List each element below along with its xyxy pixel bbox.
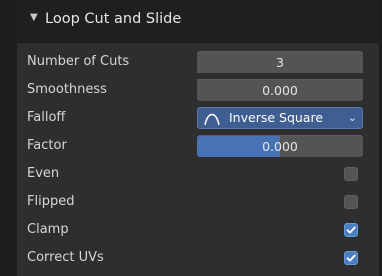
panel-header[interactable]: ▼ Loop Cut and Slide — [17, 0, 379, 43]
falloff-dropdown[interactable]: Inverse Square ⌄ — [197, 107, 363, 129]
factor-value: 0.000 — [262, 139, 298, 154]
loop-cut-and-slide-panel: ▼ Loop Cut and Slide Number of Cuts 3 Sm… — [17, 0, 379, 276]
even-checkbox[interactable] — [344, 167, 358, 181]
checkmark-icon — [346, 226, 356, 234]
row-smoothness: Smoothness 0.000 — [17, 76, 379, 104]
correct-uvs-checkbox[interactable] — [344, 251, 358, 265]
row-clamp: Clamp — [17, 216, 379, 244]
correct-uvs-label: Correct UVs — [27, 250, 104, 265]
number-of-cuts-field[interactable]: 3 — [197, 51, 363, 73]
clamp-checkbox[interactable] — [344, 223, 358, 237]
flipped-label: Flipped — [27, 194, 75, 209]
flipped-checkbox[interactable] — [344, 195, 358, 209]
row-factor: Factor 0.000 — [17, 132, 379, 160]
row-correct-uvs: Correct UVs — [17, 244, 379, 272]
row-number-of-cuts: Number of Cuts 3 — [17, 48, 379, 76]
row-even: Even — [17, 160, 379, 188]
checkmark-icon — [346, 254, 356, 262]
smoothness-field[interactable]: 0.000 — [197, 79, 363, 101]
collapse-arrow-icon[interactable]: ▼ — [30, 12, 38, 23]
falloff-value: Inverse Square — [229, 110, 324, 125]
inverse-square-curve-icon — [204, 113, 220, 126]
factor-label: Factor — [27, 138, 67, 153]
smoothness-label: Smoothness — [27, 82, 107, 97]
row-falloff: Falloff Inverse Square ⌄ — [17, 104, 379, 132]
factor-slider[interactable]: 0.000 — [197, 135, 363, 157]
row-flipped: Flipped — [17, 188, 379, 216]
falloff-label: Falloff — [27, 110, 66, 125]
even-label: Even — [27, 166, 60, 181]
clamp-label: Clamp — [27, 222, 69, 237]
panel-title: Loop Cut and Slide — [45, 11, 182, 27]
number-of-cuts-label: Number of Cuts — [27, 54, 130, 69]
chevron-down-icon: ⌄ — [347, 111, 357, 124]
